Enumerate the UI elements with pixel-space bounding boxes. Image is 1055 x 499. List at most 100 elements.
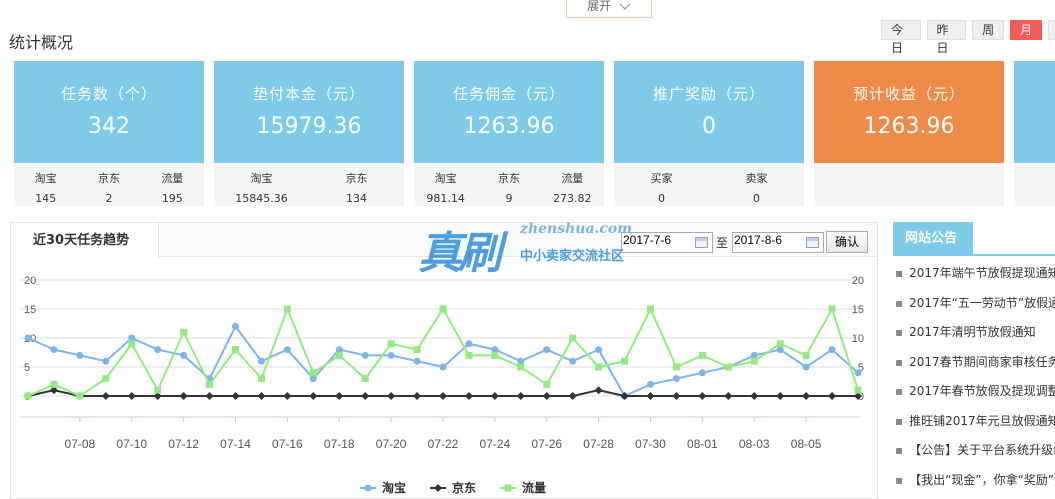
tab-30-day-trend[interactable]: 近30天任务趋势 bbox=[11, 223, 159, 258]
expand-toggle[interactable]: 展开 bbox=[566, 0, 652, 18]
point-京东 bbox=[434, 484, 442, 492]
point-京东 bbox=[101, 392, 110, 400]
calendar-icon[interactable] bbox=[695, 237, 708, 248]
point-京东 bbox=[698, 392, 707, 400]
card-sub-seller: 卖家 0 bbox=[745, 172, 768, 205]
notice-item[interactable]: ▪【公告】关于平台系统升级维护 bbox=[893, 441, 1055, 471]
point-流量 bbox=[76, 392, 84, 400]
card-sub-taobao: 淘宝 15845.36 bbox=[235, 172, 288, 205]
confirm-button[interactable]: 确认 bbox=[826, 231, 868, 253]
card-expected-income: 预计收益（元） 1263.96 bbox=[814, 61, 1004, 206]
point-京东 bbox=[516, 392, 525, 400]
point-流量 bbox=[361, 375, 369, 383]
point-淘宝 bbox=[232, 322, 239, 330]
point-京东 bbox=[750, 392, 759, 400]
point-流量 bbox=[491, 351, 499, 359]
point-淘宝 bbox=[543, 346, 551, 354]
point-淘宝 bbox=[154, 346, 162, 354]
date-to-value: 2017-8-6 bbox=[734, 233, 783, 247]
x-tick-label: 07-20 bbox=[376, 437, 407, 451]
point-京东 bbox=[464, 392, 473, 400]
point-流量 bbox=[128, 340, 136, 348]
point-流量 bbox=[413, 346, 421, 354]
point-流量 bbox=[154, 386, 162, 394]
point-京东 bbox=[361, 392, 370, 400]
point-流量 bbox=[854, 386, 862, 394]
point-淘宝 bbox=[76, 351, 84, 359]
card-sub-jd: 京东 134 bbox=[345, 172, 368, 205]
card-commission: 任务佣金（元） 1263.96 淘宝 981.14 京东 9 流量 273.82 bbox=[414, 61, 604, 206]
legend-label: 淘宝 bbox=[382, 480, 406, 495]
series-line-淘宝 bbox=[27, 324, 859, 398]
card-clipped-bottom bbox=[1014, 163, 1055, 206]
notice-item[interactable]: ▪ 2017年清明节放假通知 bbox=[893, 323, 1055, 353]
y-tick-label: 20 bbox=[24, 275, 36, 287]
point-京东 bbox=[179, 392, 188, 400]
point-京东 bbox=[828, 392, 837, 400]
y-tick-label: 15 bbox=[24, 304, 36, 316]
point-京东 bbox=[387, 392, 396, 400]
calendar-icon[interactable] bbox=[806, 237, 819, 248]
bullet-icon: ▪ bbox=[895, 354, 904, 369]
point-京东 bbox=[439, 392, 447, 400]
bullet-icon: ▪ bbox=[895, 266, 904, 280]
point-流量 bbox=[621, 357, 629, 365]
point-流量 bbox=[724, 363, 732, 371]
x-tick-label: 07-16 bbox=[272, 437, 303, 451]
notice-item[interactable]: ▪2017春节期间商家审核任务通知 bbox=[893, 353, 1055, 383]
notice-item[interactable]: ▪ 2017年端午节放假提现通知 bbox=[893, 264, 1055, 294]
point-淘宝 bbox=[569, 357, 577, 365]
point-流量 bbox=[750, 357, 758, 365]
card-sub-jd: 京东 9 bbox=[497, 172, 520, 205]
card-value: 1263.96 bbox=[863, 114, 955, 139]
point-淘宝 bbox=[50, 346, 58, 354]
card-task-count: 任务数（个） 342 淘宝 145 京东 2 流量 195 bbox=[14, 61, 204, 206]
notice-item[interactable]: ▪2017年春节放假及提现调整通知 bbox=[893, 382, 1055, 412]
point-淘宝 bbox=[361, 351, 369, 359]
page-title: 统计概况 bbox=[9, 33, 74, 52]
chevron-down-icon bbox=[619, 3, 631, 10]
point-京东 bbox=[646, 392, 655, 400]
range-tabs: 今日 昨日 周 月 bbox=[881, 20, 1055, 55]
point-流量 bbox=[257, 375, 265, 383]
point-淘宝 bbox=[465, 340, 473, 348]
point-流量 bbox=[335, 351, 343, 359]
range-tab-more[interactable] bbox=[1048, 20, 1055, 40]
bullet-icon: ▪ bbox=[895, 295, 904, 310]
date-to-input[interactable]: 2017-8-6 bbox=[732, 232, 824, 253]
point-京东 bbox=[568, 392, 577, 400]
notice-item[interactable]: ▪ 【我出“现金”，你拿“奖励”】 bbox=[893, 471, 1055, 499]
x-tick-label: 07-10 bbox=[116, 437, 147, 451]
point-淘宝 bbox=[180, 351, 188, 359]
range-tab-month[interactable]: 月 bbox=[1010, 20, 1043, 40]
point-京东 bbox=[127, 392, 136, 400]
point-流量 bbox=[698, 351, 706, 359]
notice-item[interactable]: ▪ 推旺铺2017年元旦放假通知 bbox=[893, 412, 1055, 442]
point-流量 bbox=[439, 305, 447, 313]
point-淘宝 bbox=[802, 363, 810, 371]
notice-item[interactable]: ▪2017年“五一劳动节”放假通知 bbox=[893, 294, 1055, 324]
point-流量 bbox=[543, 380, 551, 388]
range-tab-today[interactable]: 今日 bbox=[881, 20, 921, 55]
tab-site-notice[interactable]: 网站公告 bbox=[893, 222, 973, 256]
card-title: 预计收益（元） bbox=[852, 85, 965, 103]
range-tab-yesterday[interactable]: 昨日 bbox=[926, 20, 967, 55]
series-line-流量 bbox=[27, 306, 859, 398]
range-tab-week[interactable]: 周 bbox=[972, 20, 1005, 40]
card-sub-jd: 京东 2 bbox=[97, 172, 120, 205]
x-tick-label: 07-30 bbox=[635, 437, 666, 451]
point-京东 bbox=[335, 392, 344, 400]
point-流量 bbox=[672, 363, 680, 371]
card-title: 推广奖励（元） bbox=[652, 85, 765, 103]
point-流量 bbox=[517, 363, 525, 371]
card-principal: 垫付本金（元） 15979.36 淘宝 15845.36 京东 134 bbox=[214, 61, 404, 206]
point-流量 bbox=[647, 305, 654, 313]
point-流量 bbox=[283, 305, 291, 313]
legend-label: 京东 bbox=[452, 480, 476, 495]
point-京东 bbox=[283, 392, 292, 400]
notice-list: ▪2017年端午节放假提现通知 ▪2017年“五一劳动节”放假通知 ▪2017年… bbox=[893, 264, 1055, 499]
date-separator: 至 bbox=[716, 236, 729, 250]
x-tick-label: 07-12 bbox=[168, 437, 199, 451]
point-京东 bbox=[257, 392, 266, 400]
point-淘宝 bbox=[854, 369, 862, 377]
